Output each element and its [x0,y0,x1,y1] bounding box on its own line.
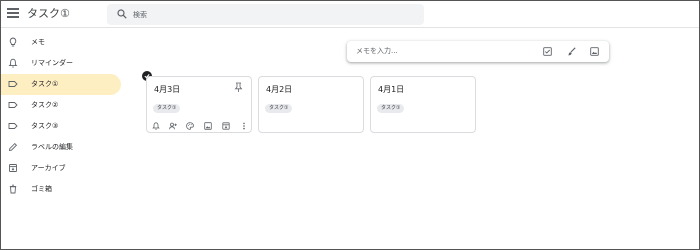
label-icon [8,102,18,108]
note-card[interactable]: 4月2日 タスク① [258,76,364,133]
sidebar-item-task2[interactable]: タスク② [1,95,121,116]
label-chip[interactable]: タスク① [265,104,293,113]
note-title: 4月1日 [378,85,405,94]
sidebar-item-reminders[interactable]: リマインダー [1,53,121,74]
sidebar-item-edit-labels[interactable]: ラベルの編集 [1,137,121,158]
label-icon [8,123,18,129]
pin-icon[interactable] [234,82,243,93]
label-chip[interactable]: タスク① [377,104,405,113]
search-bar[interactable] [107,4,424,25]
note-title: 4月3日 [154,85,181,94]
note-card[interactable]: 4月1日 タスク① [370,76,476,133]
top-bar: タスク① [1,1,699,28]
more-icon[interactable] [240,122,248,130]
note-card[interactable]: 4月3日 タスク① [146,76,252,133]
take-note-input[interactable]: メモを入力... [347,41,609,62]
archive-icon [9,164,17,172]
note-title: 4月2日 [266,85,293,94]
collaborator-icon[interactable] [169,122,177,130]
search-input[interactable] [133,7,413,22]
palette-icon[interactable] [186,122,194,130]
reminder-icon[interactable] [152,122,160,130]
sidebar-item-label: タスク③ [31,122,59,130]
hamburger-menu-icon[interactable] [7,8,19,20]
sidebar-item-label: リマインダー [31,59,73,67]
sidebar-item-label: メモ [31,38,45,46]
pencil-icon [8,142,18,152]
sidebar-item-trash[interactable]: ゴミ箱 [1,179,121,200]
trash-icon [9,184,17,194]
app-title: タスク① [27,7,70,20]
sidebar-item-label: ラベルの編集 [31,143,73,151]
sidebar: メモ リマインダー タスク① タスク② タスク③ ラベルの編集 アーカイブ ゴミ… [1,32,121,200]
sidebar-item-task3[interactable]: タスク③ [1,116,121,137]
image-icon[interactable] [204,122,212,130]
sidebar-item-label: アーカイブ [31,164,66,172]
sidebar-item-label: ゴミ箱 [31,185,52,193]
sidebar-item-memo[interactable]: メモ [1,32,121,53]
checkbox-icon[interactable] [543,47,552,56]
sidebar-item-task1[interactable]: タスク① [1,74,121,95]
sidebar-item-label: タスク① [31,80,59,88]
bell-icon [8,58,18,68]
lightbulb-icon [9,37,17,47]
search-icon[interactable] [117,9,127,19]
image-icon[interactable] [590,47,599,56]
label-chip[interactable]: タスク① [153,104,181,113]
card-toolbar [152,122,248,130]
sidebar-item-label: タスク② [31,101,59,109]
label-icon [8,81,18,87]
sidebar-item-archive[interactable]: アーカイブ [1,158,121,179]
take-note-placeholder[interactable]: メモを入力... [356,46,398,57]
brush-icon[interactable] [567,47,576,56]
archive-icon[interactable] [222,122,230,130]
